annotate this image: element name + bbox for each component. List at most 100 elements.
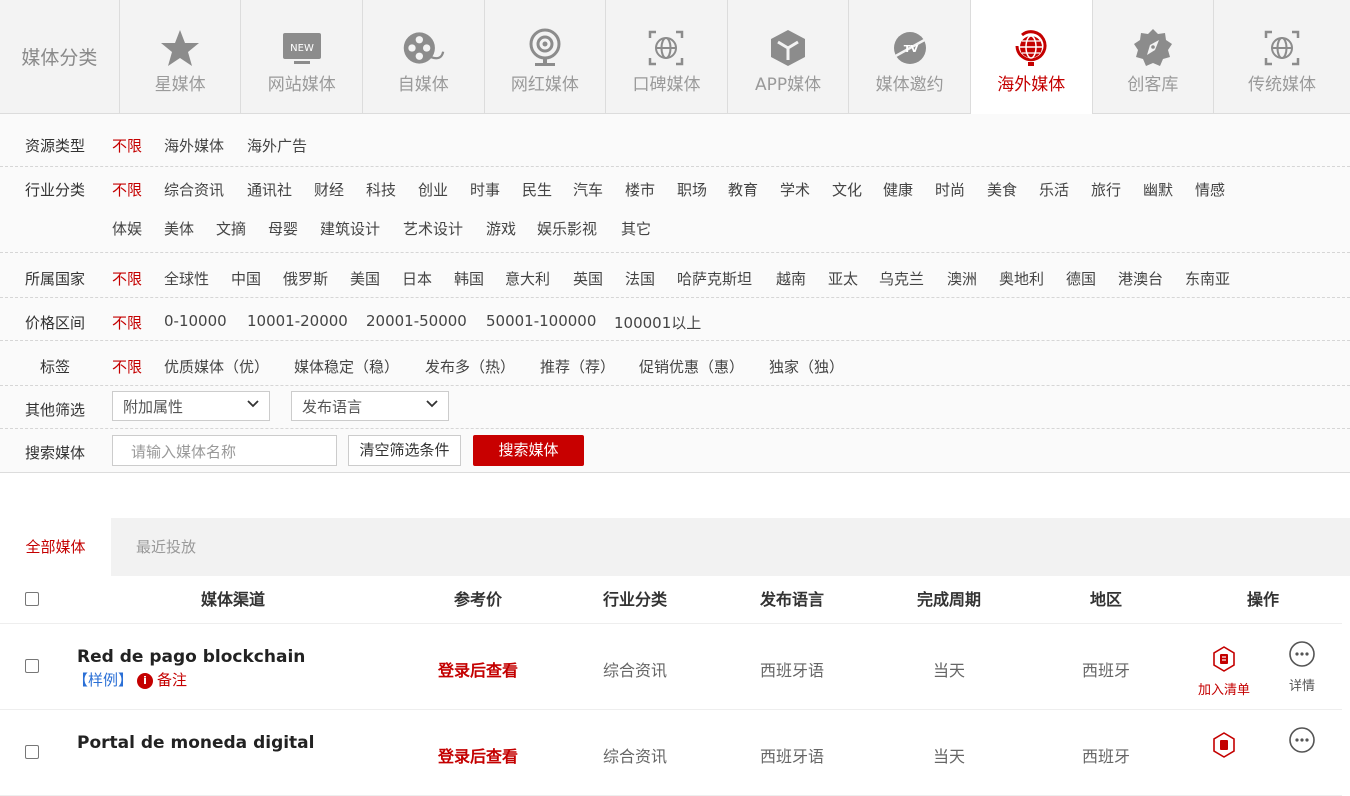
filter-option[interactable]: 中国: [231, 268, 261, 289]
filter-option[interactable]: 奥地利: [999, 268, 1044, 289]
row-checkbox[interactable]: [25, 659, 39, 673]
filter-option[interactable]: 财经: [314, 179, 344, 200]
filter-option[interactable]: 不限: [112, 312, 142, 333]
filter-option[interactable]: 东南亚: [1185, 268, 1230, 289]
select-all-checkbox[interactable]: [25, 592, 39, 606]
filter-option[interactable]: 通讯社: [247, 179, 292, 200]
category-website-media[interactable]: NEW 网站媒体: [241, 0, 363, 113]
category-overseas-media[interactable]: 海外媒体: [970, 0, 1093, 114]
category-self-media[interactable]: 自媒体: [363, 0, 485, 113]
filter-option[interactable]: 旅行: [1091, 179, 1121, 200]
filter-option[interactable]: 法国: [625, 268, 655, 289]
category-traditional-media[interactable]: 传统媒体: [1214, 0, 1350, 113]
filter-option[interactable]: 创业: [418, 179, 448, 200]
add-to-list-button[interactable]: [1190, 732, 1258, 762]
note-link[interactable]: 备注: [157, 671, 187, 689]
filter-option[interactable]: 全球性: [164, 268, 209, 289]
category-star-media[interactable]: 星媒体: [120, 0, 242, 113]
filter-option[interactable]: 港澳台: [1118, 268, 1163, 289]
filter-row-price: 价格区间 不限 0-10000 10001-20000 20001-50000 …: [0, 298, 1350, 341]
period-cell: 当天: [932, 661, 965, 680]
category-app-media[interactable]: APP媒体: [728, 0, 850, 113]
add-to-list-button[interactable]: 加入清单: [1190, 646, 1258, 698]
row-checkbox[interactable]: [25, 745, 39, 759]
tab-recent-placements[interactable]: 最近投放: [136, 518, 196, 576]
media-search-input[interactable]: 请输入媒体名称: [112, 435, 337, 466]
search-media-button[interactable]: 搜索媒体: [473, 435, 584, 466]
filter-option[interactable]: 海外广告: [247, 135, 307, 156]
filter-option[interactable]: 俄罗斯: [283, 268, 328, 289]
filter-option[interactable]: 建筑设计: [320, 218, 380, 239]
filter-option[interactable]: 乌克兰: [879, 268, 924, 289]
filter-option[interactable]: 学术: [780, 179, 810, 200]
filter-option[interactable]: 美国: [350, 268, 380, 289]
example-link[interactable]: 【样例】: [73, 671, 133, 689]
category-media-invitation[interactable]: TV 媒体邀约: [849, 0, 971, 113]
filter-option[interactable]: 推荐（荐）: [540, 356, 615, 377]
filter-option[interactable]: 幽默: [1143, 179, 1173, 200]
filter-label: 所属国家: [25, 270, 86, 288]
filter-option[interactable]: 综合资讯: [164, 179, 224, 200]
filter-option[interactable]: 促销优惠（惠）: [639, 356, 744, 377]
language-select[interactable]: 发布语言: [291, 391, 449, 421]
filter-option[interactable]: 20001-50000: [366, 312, 467, 330]
filter-option[interactable]: 体娱: [112, 218, 142, 239]
details-button[interactable]: [1282, 726, 1322, 758]
filter-option[interactable]: 媒体稳定（稳）: [294, 356, 399, 377]
filter-option[interactable]: 母婴: [268, 218, 298, 239]
filter-option[interactable]: 民生: [522, 179, 552, 200]
media-name[interactable]: Red de pago blockchain: [77, 647, 305, 667]
filter-option[interactable]: 韩国: [454, 268, 484, 289]
filter-option[interactable]: 越南: [776, 268, 806, 289]
filter-option[interactable]: 科技: [366, 179, 396, 200]
media-name[interactable]: Portal de moneda digital: [77, 733, 315, 753]
filter-option[interactable]: 哈萨克斯坦: [677, 268, 752, 289]
filter-option[interactable]: 职场: [677, 179, 707, 200]
tab-all-media[interactable]: 全部媒体: [0, 518, 111, 576]
filter-option[interactable]: 发布多（热）: [425, 356, 515, 377]
filter-option[interactable]: 独家（独）: [769, 356, 844, 377]
filter-option[interactable]: 澳洲: [947, 268, 977, 289]
price-login-link[interactable]: 登录后查看: [408, 743, 548, 767]
filter-option[interactable]: 游戏: [486, 218, 516, 239]
filter-option[interactable]: 文化: [832, 179, 862, 200]
filter-option[interactable]: 楼市: [625, 179, 655, 200]
filter-option[interactable]: 汽车: [573, 179, 603, 200]
filter-option[interactable]: 10001-20000: [247, 312, 348, 330]
filter-label: 资源类型: [25, 137, 86, 155]
filter-option[interactable]: 文摘: [216, 218, 246, 239]
filter-option[interactable]: 100001以上: [614, 312, 701, 333]
filter-option[interactable]: 乐活: [1039, 179, 1069, 200]
column-header: 发布语言: [759, 590, 824, 609]
filter-option[interactable]: 情感: [1195, 179, 1225, 200]
details-button[interactable]: 详情: [1282, 640, 1322, 694]
filter-option[interactable]: 50001-100000: [486, 312, 596, 330]
category-influencer-media[interactable]: 网红媒体: [485, 0, 607, 113]
clear-filters-button[interactable]: 清空筛选条件: [348, 435, 461, 466]
filter-option[interactable]: 不限: [112, 179, 142, 200]
filter-option[interactable]: 健康: [883, 179, 913, 200]
attribute-select[interactable]: 附加属性: [112, 391, 270, 421]
filter-option[interactable]: 不限: [112, 356, 142, 377]
filter-option[interactable]: 海外媒体: [164, 135, 224, 156]
filter-option[interactable]: 教育: [728, 179, 758, 200]
filter-option[interactable]: 娱乐影视: [537, 218, 597, 239]
filter-option[interactable]: 其它: [621, 218, 651, 239]
filter-option[interactable]: 美体: [164, 218, 194, 239]
filter-option[interactable]: 艺术设计: [403, 218, 463, 239]
filter-option[interactable]: 日本: [402, 268, 432, 289]
filter-option[interactable]: 英国: [573, 268, 603, 289]
filter-option[interactable]: 时尚: [935, 179, 965, 200]
category-maker-library[interactable]: 创客库: [1093, 0, 1215, 113]
filter-option[interactable]: 0-10000: [164, 312, 227, 330]
filter-option[interactable]: 美食: [987, 179, 1017, 200]
filter-option[interactable]: 德国: [1066, 268, 1096, 289]
filter-option[interactable]: 不限: [112, 268, 142, 289]
category-reputation-media[interactable]: 口碑媒体: [606, 0, 728, 113]
filter-option[interactable]: 时事: [470, 179, 500, 200]
filter-option[interactable]: 优质媒体（优）: [164, 356, 269, 377]
filter-option[interactable]: 亚太: [828, 268, 858, 289]
price-login-link[interactable]: 登录后查看: [408, 657, 548, 681]
filter-option[interactable]: 不限: [112, 135, 142, 156]
filter-option[interactable]: 意大利: [505, 268, 550, 289]
